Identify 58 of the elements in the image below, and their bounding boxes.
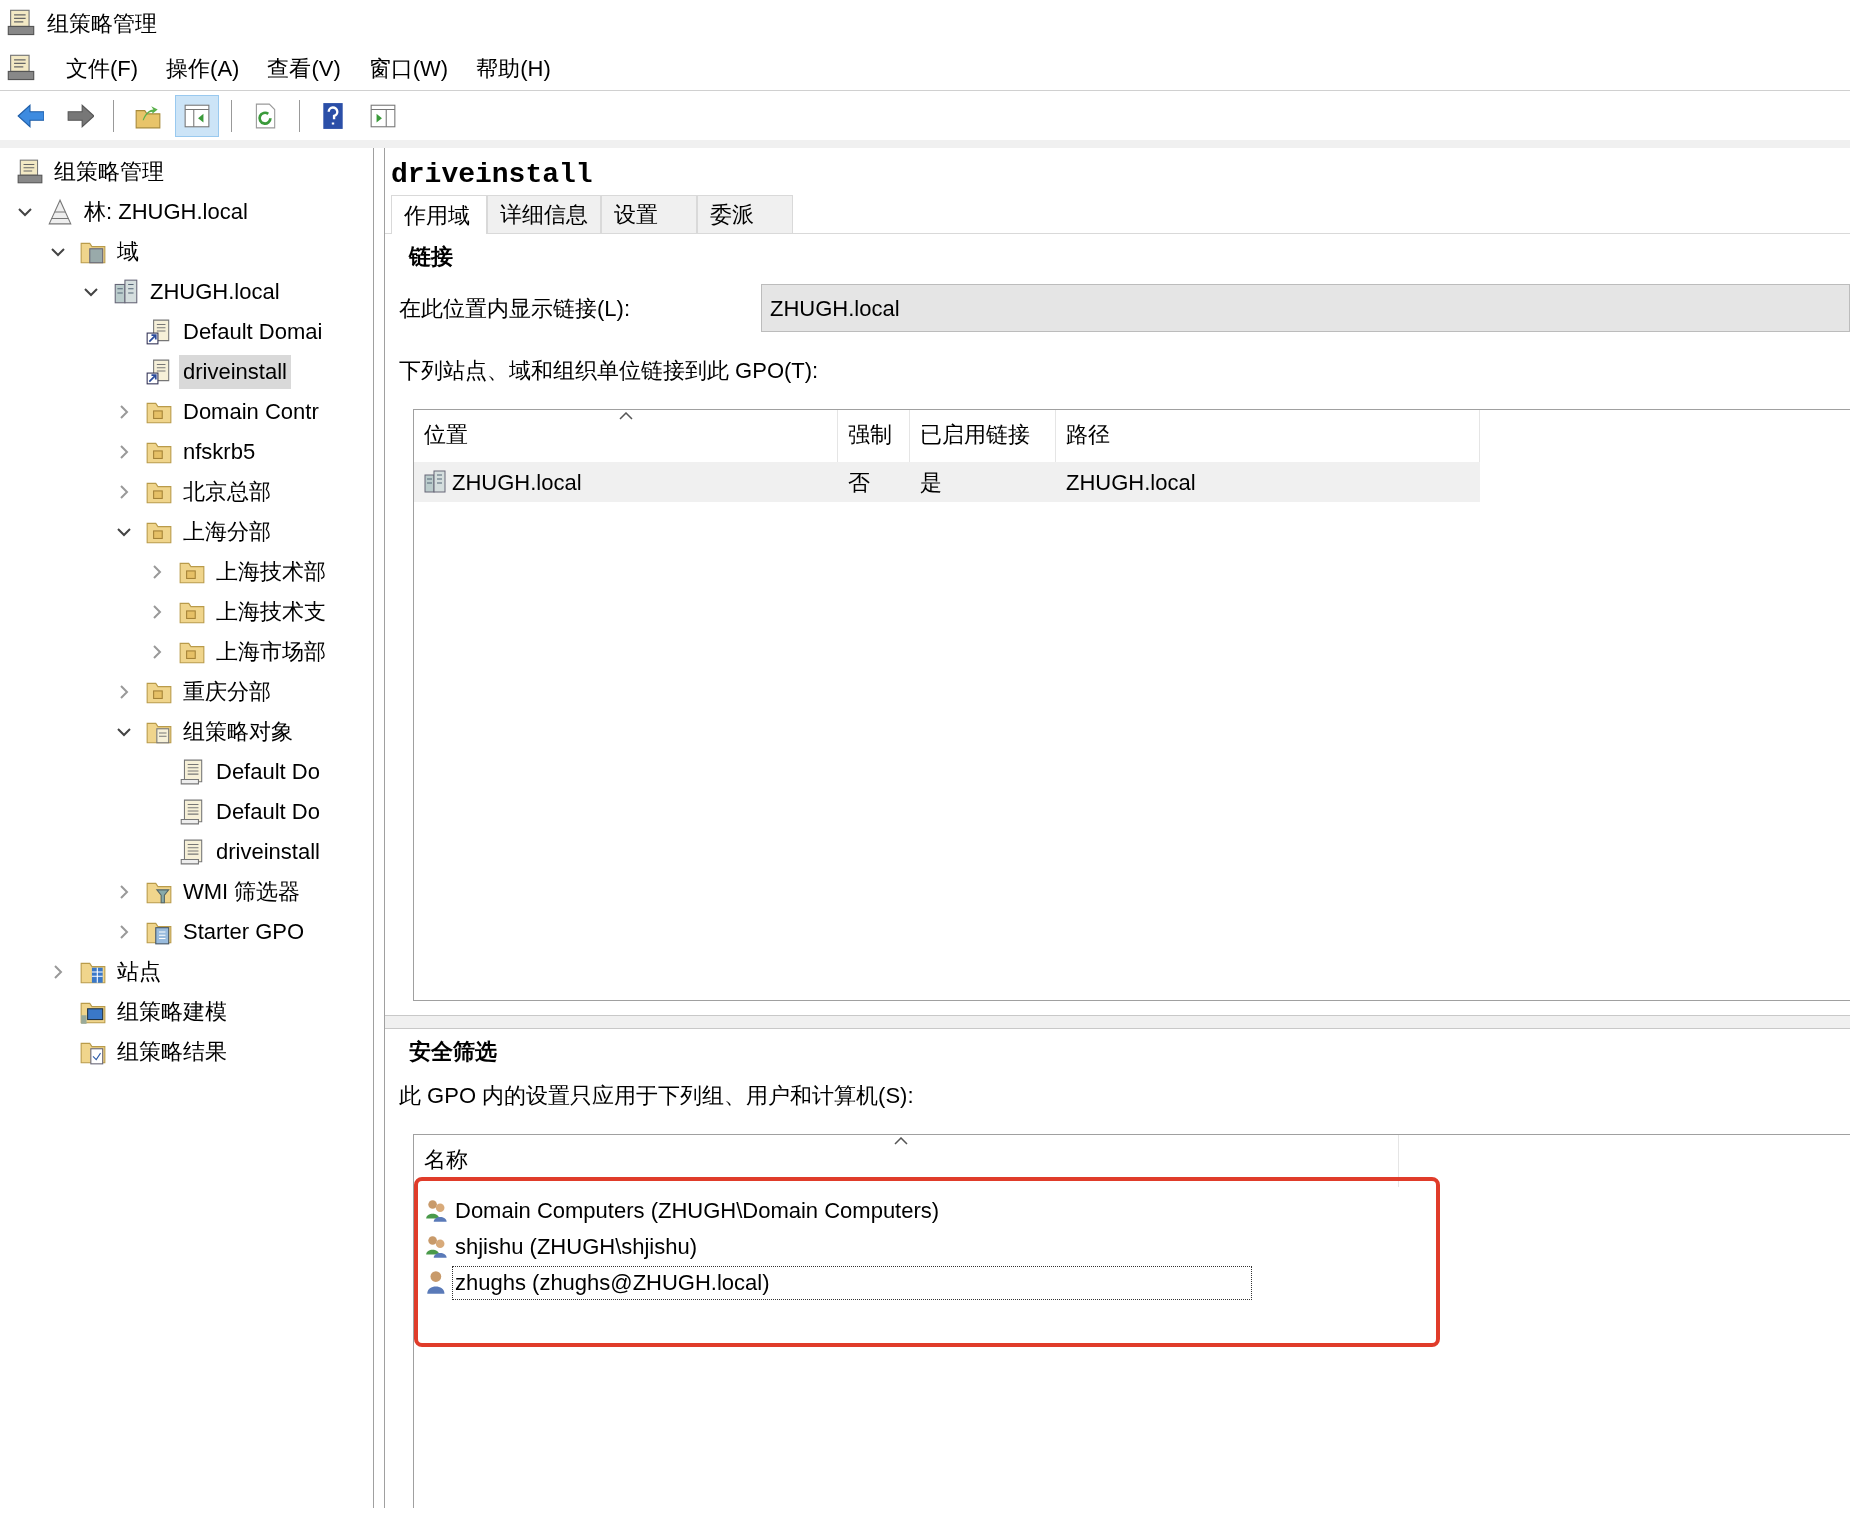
tab[interactable]: 详细信息 [487, 195, 601, 233]
menu-item[interactable]: 文件(F) [52, 51, 153, 85]
tree-item[interactable]: Domain Contr [179, 395, 323, 429]
building-icon [112, 278, 140, 306]
menu-item[interactable]: 窗口(W) [354, 51, 463, 85]
table-cell-text: 否 [848, 468, 870, 497]
app-menu-icon[interactable] [6, 53, 36, 83]
tab[interactable]: 委派 [697, 195, 793, 233]
tree-item[interactable]: 组策略建模 [113, 995, 231, 1029]
section-heading: 安全筛选 [409, 1039, 497, 1064]
column-header[interactable]: 名称 [414, 1135, 1399, 1187]
back-arrow-icon [16, 101, 44, 130]
console-icon [16, 158, 44, 186]
tree-item[interactable]: WMI 筛选器 [179, 875, 305, 909]
list-label: 此 GPO 内的设置只应用于下列组、用户和计算机(S): [399, 1083, 914, 1108]
list-label: 下列站点、域和组织单位链接到此 GPO(T): [399, 358, 819, 383]
tree-item[interactable]: 上海市场部 [212, 635, 330, 669]
tree-item[interactable]: 组策略对象 [179, 715, 297, 749]
tree-item[interactable]: 上海分部 [179, 515, 275, 549]
tree-item[interactable]: 组策略结果 [113, 1035, 231, 1069]
table-cell-text: ZHUGH.local [1066, 468, 1196, 497]
tree-item[interactable]: Default Do [212, 795, 324, 829]
toolbar-button[interactable] [175, 94, 219, 137]
tree-item[interactable]: 组策略管理 [50, 155, 168, 189]
menu-item[interactable]: 操作(A) [152, 51, 254, 85]
tree-item[interactable]: nfskrb5 [179, 435, 260, 469]
table-cell-text: ZHUGH.local [452, 468, 582, 497]
list-item[interactable]: Domain Computers (ZHUGH\Domain Computers) [452, 1194, 943, 1228]
location-field[interactable]: ZHUGH.local [761, 284, 1850, 332]
field-label: 在此位置内显示链接(L): [399, 294, 631, 323]
tree-item[interactable]: driveinstall [179, 355, 291, 389]
menu-item[interactable]: 帮助(H) [462, 51, 565, 85]
sort-caret-icon [894, 1137, 908, 1145]
list-item[interactable]: shjishu (ZHUGH\shjishu) [452, 1230, 701, 1264]
tree-item[interactable]: 北京总部 [179, 475, 275, 509]
tree-item[interactable]: 林: ZHUGH.local [80, 195, 252, 229]
tree-item[interactable]: Default Do [212, 755, 324, 789]
building-icon [422, 469, 448, 495]
list-item[interactable]: zhughs (zhughs@ZHUGH.local) [452, 1266, 1252, 1300]
sort-caret-icon [619, 412, 633, 420]
menu-item[interactable]: 查看(V) [253, 51, 355, 85]
console-icon [6, 8, 36, 38]
triangle-icon [46, 198, 74, 226]
tree-item[interactable]: driveinstall [212, 835, 324, 869]
gpo-title: driveinstall [390, 158, 594, 192]
tree-item[interactable]: Default Domai [179, 315, 327, 349]
section-heading: 链接 [409, 244, 453, 269]
tree-item[interactable]: 重庆分部 [179, 675, 275, 709]
tree-item[interactable]: Starter GPO [179, 915, 309, 949]
table-cell-text: 是 [920, 468, 942, 497]
window-title: 组策略管理 [47, 9, 157, 38]
tab[interactable]: 作用域 [391, 195, 487, 234]
tree-item[interactable]: ZHUGH.local [146, 275, 284, 309]
tree-item[interactable]: 站点 [113, 955, 165, 989]
tab[interactable]: 设置 [601, 195, 697, 233]
tree-item[interactable]: 上海技术支 [212, 595, 330, 629]
tree-item[interactable]: 域 [113, 235, 143, 269]
tree-item[interactable]: 上海技术部 [212, 555, 330, 589]
